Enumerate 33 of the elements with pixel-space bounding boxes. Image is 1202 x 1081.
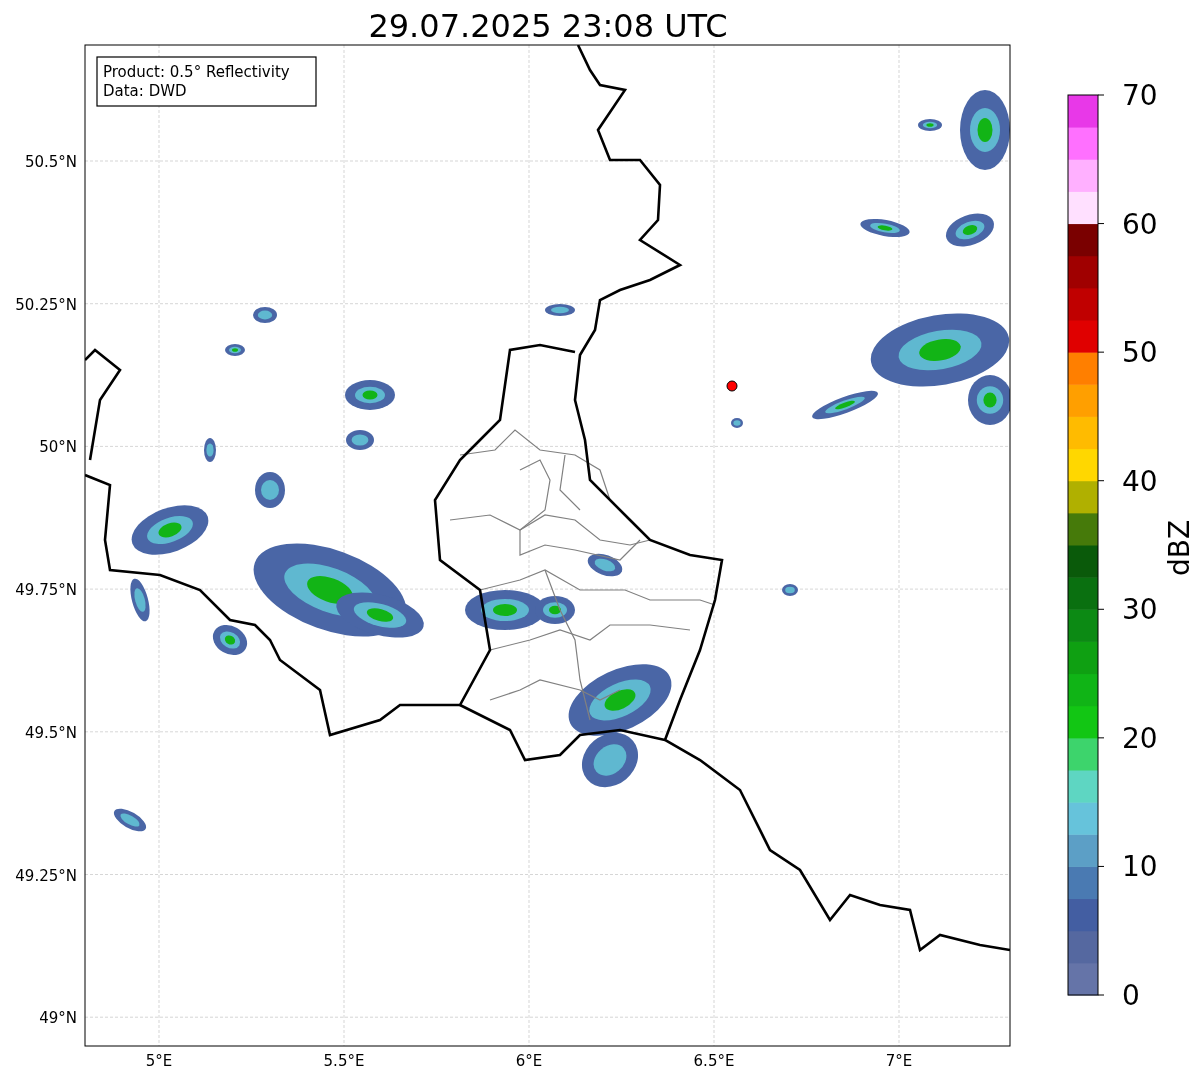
longitude-label: 6.5°E xyxy=(693,1052,735,1070)
latitude-label: 49.75°N xyxy=(15,581,77,600)
latitude-label: 49.5°N xyxy=(24,723,77,742)
latitude-label: 49°N xyxy=(39,1009,77,1028)
colorbar-label: dBZ xyxy=(1163,519,1196,577)
longitude-label: 5°E xyxy=(145,1052,173,1070)
longitude-label: 6°E xyxy=(515,1052,543,1070)
annotation-text: Data: DWD xyxy=(103,82,187,100)
colorbar-tick-label: 20 xyxy=(1122,721,1158,755)
tick-mark xyxy=(1097,865,1105,867)
location-marker xyxy=(726,380,738,392)
colorbar-tick-label: 40 xyxy=(1122,464,1158,498)
latitude-label: 50.5°N xyxy=(24,153,77,171)
tick-mark xyxy=(1097,737,1105,739)
colorbar-tick-label: 10 xyxy=(1122,850,1158,884)
colorbar-tick-label: 70 xyxy=(1122,79,1158,112)
tick-mark xyxy=(1097,608,1105,610)
latitude-label: 50.25°N xyxy=(15,295,77,314)
colorbar-tick-label: 0 xyxy=(1122,979,1140,1012)
tick-mark xyxy=(1097,994,1105,996)
longitude-label: 7°E xyxy=(885,1052,913,1070)
colorbar-tick-label: 60 xyxy=(1122,207,1158,241)
colorbar-tick-label: 50 xyxy=(1122,336,1158,370)
tick-mark xyxy=(1097,351,1105,353)
tick-mark xyxy=(1097,480,1105,482)
colorbar-tick-label: 30 xyxy=(1122,593,1158,627)
annotation-text: Product: 0.5° Reflectivity xyxy=(103,63,290,81)
latitude-label: 50°N xyxy=(39,438,77,457)
plot-title: 29.07.2025 23:08 UTC xyxy=(368,7,728,45)
longitude-label: 5.5°E xyxy=(323,1052,365,1070)
tick-mark xyxy=(1097,223,1105,225)
tick-mark xyxy=(1097,94,1105,96)
latitude-label: 49.25°N xyxy=(15,866,77,885)
